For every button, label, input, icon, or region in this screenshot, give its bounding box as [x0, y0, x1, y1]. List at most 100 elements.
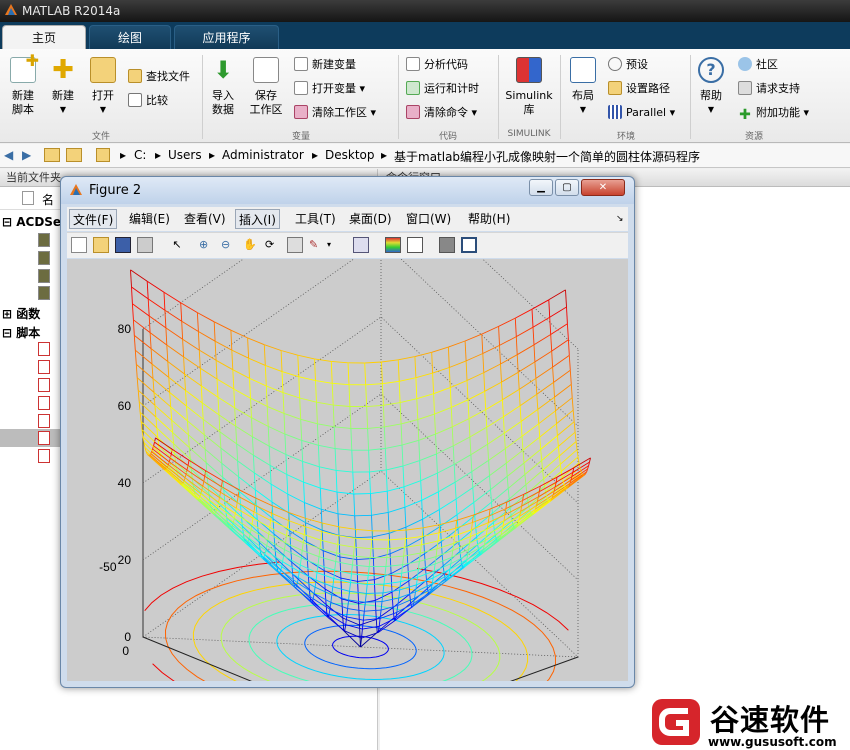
hide-plot-tools-icon[interactable]	[439, 237, 455, 253]
minimize-button[interactable]: ▁	[529, 179, 553, 196]
figure-window[interactable]: Figure 2 ▁ ▢ ✕ 文件(F) 编辑(E) 查看(V) 插入(I) 工…	[60, 162, 635, 750]
jpg-file-icon[interactable]	[38, 286, 50, 300]
dock-arrow-icon[interactable]: ↘	[613, 209, 627, 229]
legend-icon[interactable]	[407, 237, 423, 253]
addons-button[interactable]: ✚ 附加功能 ▾	[738, 103, 809, 123]
menu-file[interactable]: 文件(F)	[69, 209, 118, 229]
open-variable-button[interactable]: 打开变量 ▾	[294, 79, 365, 99]
name-column-header[interactable]: 名	[42, 191, 54, 208]
m-file-icon[interactable]	[38, 360, 50, 374]
mesh-line	[539, 437, 542, 450]
set-path-button[interactable]: 设置路径	[608, 79, 670, 99]
find-files-button[interactable]: 查找文件	[128, 67, 190, 87]
breadcrumb-folder[interactable]: 基于matlab编程小孔成像映射一个简单的圆柱体源码程序	[394, 148, 700, 165]
m-file-icon[interactable]	[38, 431, 50, 445]
forward-arrow-icon[interactable]: ▶	[22, 148, 31, 162]
plot-area[interactable]: 020406080500-50-50050	[67, 162, 628, 750]
run-and-time-button[interactable]: 运行和计时	[406, 79, 479, 99]
mesh-line	[319, 540, 322, 549]
tree-item-functions[interactable]: ⊞ 函数	[2, 305, 40, 322]
mesh-line	[399, 402, 402, 424]
tab-apps[interactable]: 应用程序	[174, 25, 279, 49]
layout-button[interactable]: 布局 ▼	[566, 57, 600, 117]
m-file-icon[interactable]	[38, 342, 50, 356]
mesh-line	[166, 468, 184, 484]
breadcrumb-users[interactable]: Users	[168, 148, 202, 162]
print-icon[interactable]	[137, 237, 153, 253]
new-button[interactable]: ✚ 新建 ▼	[46, 57, 80, 117]
community-button[interactable]: 社区	[738, 55, 778, 75]
save-icon[interactable]	[115, 237, 131, 253]
clear-workspace-button[interactable]: 清除工作区 ▾	[294, 103, 376, 123]
mesh-line	[501, 382, 503, 400]
close-button[interactable]: ✕	[581, 179, 625, 196]
tab-plots[interactable]: 绘图	[89, 25, 171, 49]
brush-dropdown-icon[interactable]: ▾	[327, 237, 343, 253]
preferences-button[interactable]: 预设	[608, 55, 648, 75]
simulink-library-button[interactable]: Simulink 库	[502, 57, 556, 117]
m-file-icon[interactable]	[38, 449, 50, 463]
jpg-file-icon[interactable]	[38, 251, 50, 265]
mesh-line	[455, 522, 473, 529]
new-variable-button[interactable]: 新建变量	[294, 55, 356, 75]
brush-icon[interactable]: ✎	[309, 237, 325, 253]
breadcrumb-drive[interactable]: C:	[134, 148, 146, 162]
menu-edit[interactable]: 编辑(E)	[126, 209, 173, 229]
mesh-line	[136, 377, 155, 393]
data-cursor-icon[interactable]	[287, 237, 303, 253]
browse-folder-icon[interactable]	[66, 148, 82, 162]
jpg-file-icon[interactable]	[38, 269, 50, 283]
show-plot-tools-icon[interactable]	[461, 237, 477, 253]
tree-item-acdsee[interactable]: ⊟ ACDSe	[2, 215, 61, 229]
m-file-icon[interactable]	[38, 396, 50, 410]
menu-insert[interactable]: 插入(I)	[235, 209, 280, 229]
open-button[interactable]: 打开 ▼	[86, 57, 120, 117]
clear-commands-button[interactable]: 清除命令 ▾	[406, 103, 477, 123]
back-arrow-icon[interactable]: ◀	[4, 148, 13, 162]
menu-view[interactable]: 查看(V)	[181, 209, 229, 229]
m-file-icon[interactable]	[38, 378, 50, 392]
menu-desktop[interactable]: 桌面(D)	[346, 209, 395, 229]
colorbar-icon[interactable]	[385, 237, 401, 253]
zoom-in-icon[interactable]: ⊕	[199, 237, 215, 253]
menu-help[interactable]: 帮助(H)	[465, 209, 513, 229]
jpg-file-icon[interactable]	[38, 233, 50, 247]
mesh-line	[134, 350, 137, 365]
mesh-line	[302, 460, 320, 468]
menu-window[interactable]: 窗口(W)	[403, 209, 454, 229]
new-figure-icon[interactable]	[71, 237, 87, 253]
mesh-line	[481, 325, 499, 335]
m-file-icon[interactable]	[38, 414, 50, 428]
analyze-code-button[interactable]: 分析代码	[406, 55, 468, 75]
pan-hand-icon[interactable]: ✋	[243, 237, 259, 253]
up-folder-icon[interactable]	[44, 148, 60, 162]
new-script-button[interactable]: ✚ 新建 脚本	[6, 53, 40, 117]
breadcrumb-desktop[interactable]: Desktop	[325, 148, 375, 162]
breadcrumb-administrator[interactable]: Administrator	[222, 148, 304, 162]
surface-mesh-plot[interactable]: 020406080500-50-50050	[67, 162, 628, 750]
mesh-line	[465, 353, 483, 362]
mesh-line	[470, 443, 488, 456]
ribbon-separator	[498, 55, 499, 139]
mesh-line	[252, 436, 270, 447]
help-button[interactable]: ? 帮助 ▼	[694, 57, 728, 117]
link-plot-icon[interactable]	[353, 237, 369, 253]
compare-button[interactable]: 比较	[128, 91, 168, 111]
rotate-3d-icon[interactable]: ⟳	[265, 237, 281, 253]
parallel-button[interactable]: Parallel ▾	[608, 103, 675, 123]
maximize-button[interactable]: ▢	[555, 179, 579, 196]
menu-tools[interactable]: 工具(T)	[292, 209, 339, 229]
mesh-line	[284, 433, 302, 441]
figure-title-bar[interactable]: Figure 2 ▁ ▢ ✕	[61, 177, 634, 204]
tab-home[interactable]: 主页	[2, 25, 86, 49]
pointer-arrow-icon[interactable]: ↖	[169, 237, 185, 253]
mesh-line	[489, 462, 507, 476]
open-file-icon[interactable]	[93, 237, 109, 253]
mesh-line	[265, 385, 268, 407]
import-data-button[interactable]: ⬇ 导入 数据	[206, 57, 240, 117]
tree-item-scripts[interactable]: ⊟ 脚本	[2, 324, 40, 341]
request-support-button[interactable]: 请求支持	[738, 79, 800, 99]
zoom-out-icon[interactable]: ⊖	[221, 237, 237, 253]
mesh-line	[148, 315, 151, 333]
save-workspace-button[interactable]: 保存 工作区	[246, 57, 286, 117]
